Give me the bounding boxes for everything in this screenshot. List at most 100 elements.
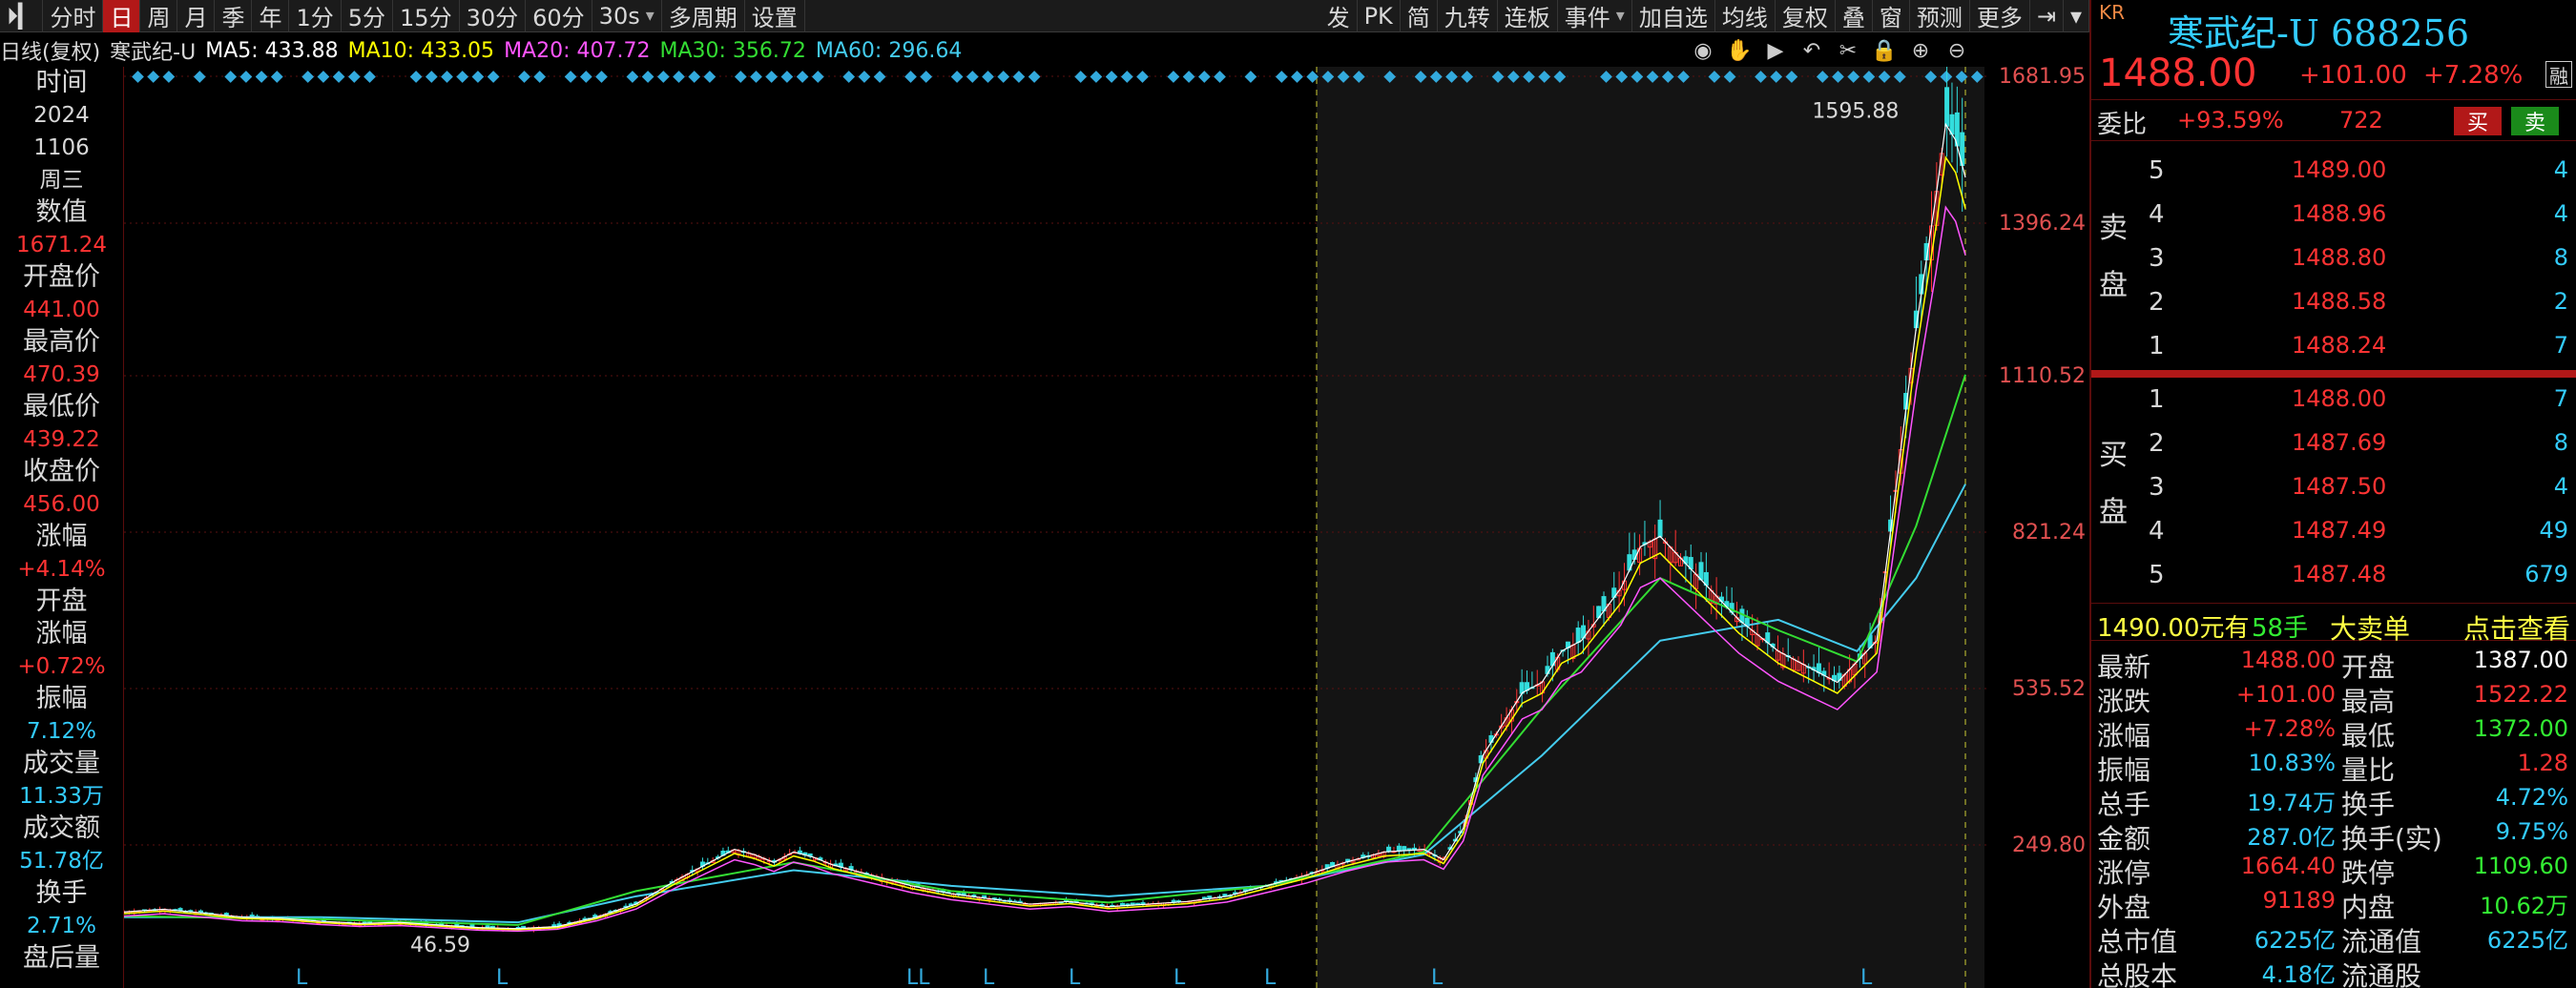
event-marker[interactable] [456,71,469,83]
event-marker[interactable] [533,71,547,83]
event-marker[interactable] [1214,71,1226,83]
event-marker[interactable] [1167,71,1180,83]
event-marker[interactable] [1028,71,1041,83]
event-marker[interactable] [255,71,268,83]
event-marker[interactable] [920,71,933,83]
event-marker[interactable] [301,71,315,83]
nine-turn-button[interactable]: 九转 [1438,0,1498,32]
event-marker[interactable] [1120,71,1133,83]
event-marker[interactable] [1012,71,1026,83]
undo-icon[interactable]: ↶ [1797,36,1826,65]
event-marker[interactable] [441,71,453,83]
tab-quarterly[interactable]: 季 [215,0,253,32]
zoom-in-icon[interactable]: ⊕ [1906,36,1935,65]
ma-button[interactable]: 均线 [1715,0,1776,32]
event-marker[interactable] [224,71,238,83]
event-marker[interactable] [1197,71,1211,83]
window-button[interactable]: 窗 [1873,0,1910,32]
tab-30s[interactable]: 30s [592,0,662,32]
event-marker[interactable] [688,71,701,83]
event-marker[interactable] [1244,71,1257,83]
event-marker[interactable] [471,71,485,83]
publish-button[interactable]: 发 [1320,0,1358,32]
simple-button[interactable]: 简 [1401,0,1438,32]
event-marker[interactable] [332,71,345,83]
event-marker[interactable] [950,71,964,83]
tab-5min[interactable]: 5分 [342,0,394,32]
zoom-out-icon[interactable]: ⊖ [1942,36,1971,65]
limit-up-board-button[interactable]: 连板 [1498,0,1558,32]
event-marker[interactable] [703,71,717,83]
event-marker[interactable] [1291,71,1303,83]
event-marker[interactable] [750,71,762,83]
event-marker[interactable] [1090,71,1103,83]
event-marker[interactable] [780,71,794,83]
event-marker[interactable] [147,71,160,83]
sell-button[interactable]: 卖 [2511,107,2559,135]
hand-icon[interactable]: ✋ [1725,36,1754,65]
more-button[interactable]: 更多 [1970,0,2030,32]
event-marker[interactable] [858,71,871,83]
settings-button[interactable]: 设置 [745,0,805,32]
event-marker[interactable] [1182,71,1195,83]
tab-15min[interactable]: 15分 [393,0,460,32]
eye-icon[interactable]: ◉ [1689,36,1717,65]
event-marker[interactable] [796,71,809,83]
event-marker[interactable] [656,71,670,83]
tab-60min[interactable]: 60分 [526,0,592,32]
buy-button[interactable]: 买 [2454,107,2502,135]
kline-chart[interactable]: 1595.8846.59L L LL L L L L L L [124,67,1989,988]
event-marker[interactable] [317,71,330,83]
toolbar-menu-icon[interactable]: ⏵▎ [0,0,44,32]
tab-daily[interactable]: 日 [103,0,141,32]
event-marker[interactable] [239,71,253,83]
add-watchlist-button[interactable]: 加自选 [1632,0,1715,32]
event-marker[interactable] [162,71,176,83]
event-marker[interactable] [518,71,530,83]
pk-button[interactable]: PK [1358,0,1401,32]
adjust-button[interactable]: 复权 [1776,0,1836,32]
event-marker[interactable] [673,71,685,83]
event-marker[interactable] [579,71,592,83]
event-marker[interactable] [1105,71,1118,83]
event-marker[interactable] [425,71,438,83]
event-marker[interactable] [1074,71,1088,83]
event-marker[interactable] [734,71,747,83]
event-marker[interactable] [904,71,917,83]
event-marker[interactable] [1275,71,1288,83]
tab-30min[interactable]: 30分 [460,0,527,32]
event-marker[interactable] [966,71,979,83]
event-marker[interactable] [132,71,144,83]
forecast-button[interactable]: 预测 [1910,0,1970,32]
event-marker[interactable] [409,71,423,83]
event-marker[interactable] [1136,71,1149,83]
event-marker[interactable] [564,71,577,83]
event-marker[interactable] [595,71,608,83]
chevron-down-icon[interactable]: ▾ [2064,0,2089,32]
event-marker[interactable] [626,71,639,83]
event-marker[interactable] [765,71,779,83]
event-marker[interactable] [811,71,824,83]
events-button[interactable]: 事件 [1558,0,1632,32]
event-marker[interactable] [641,71,654,83]
tab-monthly[interactable]: 月 [177,0,216,32]
tab-intraday[interactable]: 分时 [43,0,104,32]
event-marker[interactable] [842,71,856,83]
lock-icon[interactable]: 🔒 [1870,36,1899,65]
event-marker[interactable] [270,71,283,83]
event-marker[interactable] [487,71,500,83]
overlay-button[interactable]: 叠 [1836,0,1873,32]
event-marker[interactable] [873,71,886,83]
play-icon[interactable]: ▶ [1761,36,1790,65]
exit-icon[interactable]: ⇥ [2030,0,2064,32]
scissors-icon[interactable]: ✂ [1834,36,1862,65]
event-marker[interactable] [997,71,1010,83]
tab-weekly[interactable]: 周 [140,0,178,32]
event-marker[interactable] [347,71,361,83]
big-order-link[interactable]: 点击查看 [2463,608,2570,647]
event-marker[interactable] [193,71,206,83]
event-marker[interactable] [982,71,994,83]
tab-yearly[interactable]: 年 [252,0,290,32]
event-marker[interactable] [364,71,376,83]
tab-1min[interactable]: 1分 [289,0,342,32]
